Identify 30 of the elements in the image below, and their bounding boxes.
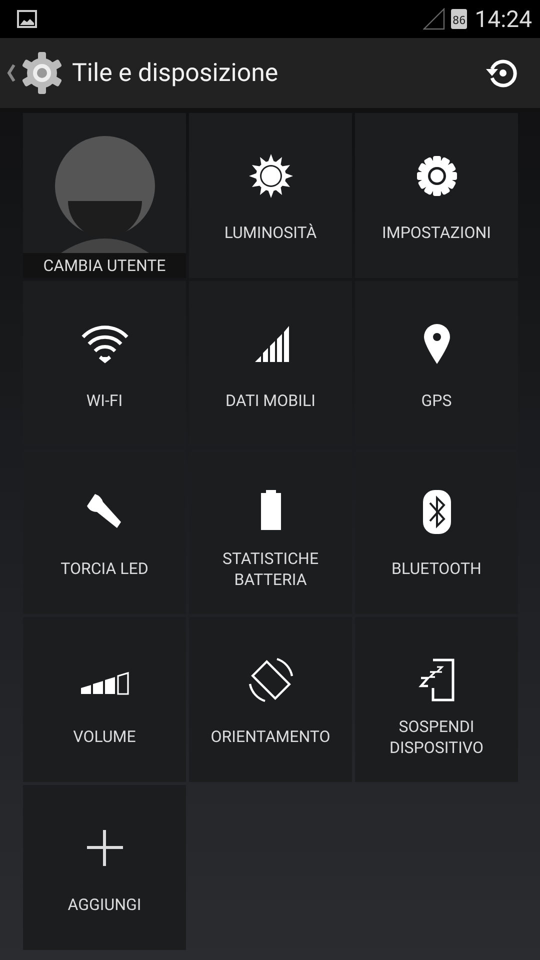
- quick-tile[interactable]: VOLUME: [23, 617, 186, 782]
- quick-tile[interactable]: ORIENTAMENTO: [189, 617, 352, 782]
- tile-label: STATISTICHE BATTERIA: [221, 548, 320, 590]
- tile-label: AGGIUNGI: [68, 894, 142, 916]
- picture-icon: [17, 10, 37, 28]
- quick-tile[interactable]: SOSPENDI DISPOSITIVO: [355, 617, 518, 782]
- tile-label: TORCIA LED: [60, 558, 148, 580]
- clock: 14:24: [474, 6, 532, 32]
- tile-label: SOSPENDI DISPOSITIVO: [388, 716, 485, 758]
- battery-level: 86: [451, 9, 467, 29]
- sun-icon: [246, 152, 294, 200]
- rotate-icon: [246, 656, 294, 704]
- tile-label: LUMINOSITÀ: [224, 222, 317, 244]
- settings-icon[interactable]: [20, 51, 64, 95]
- quick-tile[interactable]: IMPOSTAZIONI: [355, 113, 518, 278]
- tile-label: CAMBIA UTENTE: [23, 253, 186, 278]
- tile-label: BLUETOOTH: [392, 558, 482, 580]
- tile-label: IMPOSTAZIONI: [382, 222, 491, 244]
- quick-tile[interactable]: AGGIUNGI: [23, 785, 186, 950]
- quick-tile[interactable]: LUMINOSITÀ: [189, 113, 352, 278]
- tile-label: WI-FI: [86, 390, 123, 412]
- restore-icon[interactable]: [484, 57, 518, 89]
- tile-label: VOLUME: [73, 726, 136, 748]
- back-chevron-icon[interactable]: [6, 63, 16, 83]
- tile-label: GPS: [421, 390, 452, 412]
- screen-title: Tile e disposizione: [72, 58, 280, 88]
- tile-label: DATI MOBILI: [226, 390, 316, 412]
- quick-tile[interactable]: CAMBIA UTENTE: [23, 113, 186, 278]
- signal-icon: [423, 8, 446, 30]
- tile-label: ORIENTAMENTO: [210, 726, 330, 748]
